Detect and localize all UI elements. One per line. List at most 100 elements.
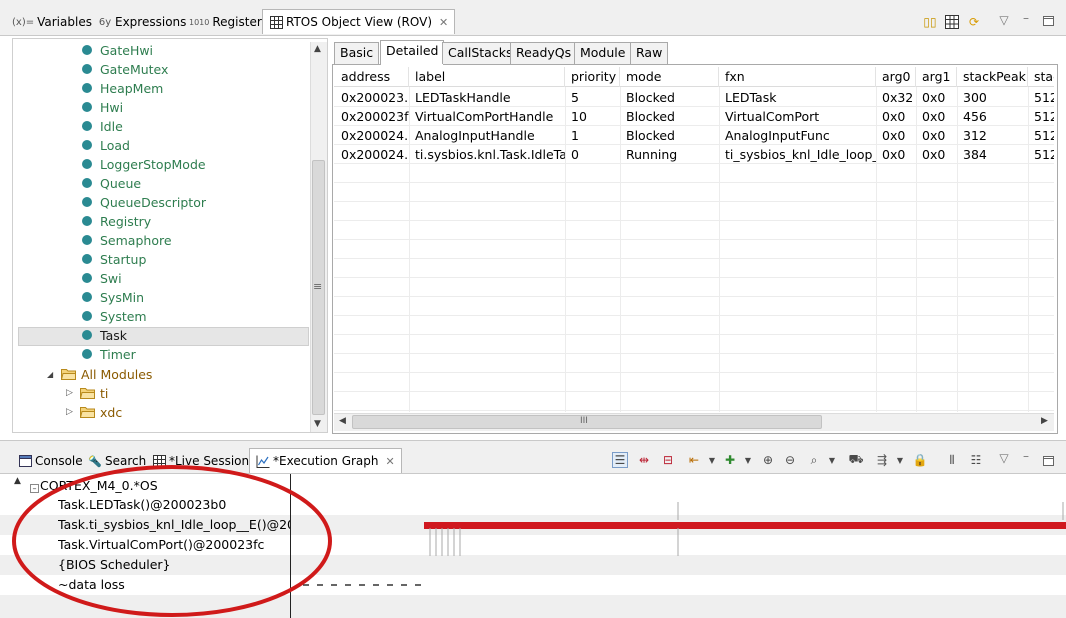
col-address[interactable]: address bbox=[336, 67, 409, 87]
tree-item-swi[interactable]: Swi bbox=[100, 269, 122, 288]
subtab-callstacks[interactable]: CallStacks bbox=[442, 42, 519, 64]
cell-fxn: VirtualComPort bbox=[725, 109, 820, 124]
cell-priority: 5 bbox=[571, 90, 579, 105]
col-fxn[interactable]: fxn bbox=[720, 67, 876, 87]
maximize-icon[interactable] bbox=[1040, 453, 1056, 469]
subtab-module[interactable]: Module bbox=[574, 42, 632, 64]
jump-icon[interactable]: ⇤ bbox=[686, 452, 702, 468]
table-icon[interactable] bbox=[944, 14, 960, 30]
tree-expand-ti[interactable]: ▷ bbox=[66, 388, 73, 398]
col-mode[interactable]: mode bbox=[621, 67, 719, 87]
tree-item-task[interactable]: Task bbox=[100, 326, 127, 345]
cell-label: ti.sysbios.knl.Task.IdleTask bbox=[415, 147, 565, 162]
subtab-basic[interactable]: Basic bbox=[334, 42, 380, 64]
cell-arg0: 0x0 bbox=[882, 109, 906, 124]
refresh-icon[interactable]: ⟳ bbox=[966, 14, 982, 30]
tree-item-gatemutex[interactable]: GateMutex bbox=[100, 60, 168, 79]
tree-expand-xdc[interactable]: ▷ bbox=[66, 407, 73, 417]
minimize-icon[interactable]: – bbox=[1018, 10, 1034, 26]
tab-rov-label: RTOS Object View (ROV) bbox=[286, 15, 433, 29]
zoom-fit-icon[interactable]: ⌕ bbox=[806, 452, 822, 468]
scroll-up-icon[interactable]: ▲ bbox=[314, 44, 321, 54]
tab-variables[interactable]: (x)= Variables bbox=[6, 10, 98, 34]
pause-icon[interactable]: ▯▯ bbox=[922, 14, 938, 30]
tree-item-load[interactable]: Load bbox=[100, 136, 130, 155]
tree-all-modules[interactable]: All Modules bbox=[81, 365, 152, 384]
col-label[interactable]: label bbox=[410, 67, 565, 87]
chevron-down-icon[interactable]: ▼ bbox=[892, 452, 908, 468]
subtab-detailed[interactable]: Detailed bbox=[380, 40, 445, 65]
zoom-in-icon[interactable]: ⊕ bbox=[760, 452, 776, 468]
split-icon[interactable]: ⫴ bbox=[944, 452, 960, 468]
measure-icon[interactable]: ⊟ bbox=[660, 452, 676, 468]
filter-icon[interactable]: ⇶ bbox=[874, 452, 890, 468]
grid-line bbox=[334, 277, 1054, 278]
annotation-ellipse bbox=[12, 465, 332, 617]
cell-address: 0x200023... bbox=[341, 90, 409, 105]
chevron-down-icon[interactable]: ▼ bbox=[704, 452, 720, 468]
tree-item-xdc[interactable]: xdc bbox=[100, 403, 122, 422]
cell-address: 0x200024... bbox=[341, 147, 409, 162]
tree-item-queue[interactable]: Queue bbox=[100, 174, 141, 193]
tree-item-semaphore[interactable]: Semaphore bbox=[100, 231, 172, 250]
scroll-grip: III bbox=[580, 416, 588, 426]
find-icon[interactable]: ⛟ bbox=[848, 452, 864, 468]
chevron-down-icon[interactable]: ▼ bbox=[740, 452, 756, 468]
cell-stackpeak: 312 bbox=[963, 128, 987, 143]
view-menu-icon[interactable]: ▽ bbox=[996, 12, 1012, 28]
lock-icon[interactable]: 🔒 bbox=[912, 452, 928, 468]
module-dot-icon bbox=[82, 349, 92, 359]
col-stackpeak[interactable]: stackPeak bbox=[958, 67, 1028, 87]
cell-stac: 512 bbox=[1034, 109, 1054, 124]
zoom-out-icon[interactable]: ⊖ bbox=[782, 452, 798, 468]
col-stac[interactable]: stac bbox=[1029, 67, 1054, 87]
cell-arg1: 0x0 bbox=[922, 109, 946, 124]
grid-line bbox=[334, 296, 1054, 297]
scroll-right-icon[interactable]: ▶ bbox=[1041, 416, 1048, 426]
maximize-icon[interactable] bbox=[1040, 13, 1056, 29]
scroll-down-icon[interactable]: ▼ bbox=[314, 419, 321, 429]
col-priority[interactable]: priority bbox=[566, 67, 620, 87]
col-arg0[interactable]: arg0 bbox=[877, 67, 916, 87]
tab-registers[interactable]: 1010 Registers bbox=[183, 10, 274, 34]
close-icon[interactable]: ✕ bbox=[386, 455, 395, 468]
col-arg1[interactable]: arg1 bbox=[917, 67, 957, 87]
align-icon[interactable]: ⇹ bbox=[636, 452, 652, 468]
expressions-icon: 6y bbox=[98, 16, 112, 28]
tab-expressions[interactable]: 6y Expressions bbox=[92, 10, 192, 34]
tree-item-system[interactable]: System bbox=[100, 307, 147, 326]
close-icon[interactable]: ✕ bbox=[439, 16, 448, 29]
cell-priority: 0 bbox=[571, 147, 579, 162]
module-dot-icon bbox=[82, 159, 92, 169]
tab-rov[interactable]: RTOS Object View (ROV) ✕ bbox=[262, 9, 456, 34]
view-menu-icon[interactable]: ▽ bbox=[996, 450, 1012, 466]
add-marker-icon[interactable]: ✚ bbox=[722, 452, 738, 468]
tree-item-idle[interactable]: Idle bbox=[100, 117, 123, 136]
chevron-down-icon[interactable]: ▼ bbox=[824, 452, 840, 468]
tree-item-sysmin[interactable]: SysMin bbox=[100, 288, 144, 307]
module-dot-icon bbox=[82, 254, 92, 264]
tree-item-ti[interactable]: ti bbox=[100, 384, 108, 403]
minimize-icon[interactable]: – bbox=[1018, 448, 1034, 464]
module-dot-icon bbox=[82, 197, 92, 207]
tree-item-queuedescriptor[interactable]: QueueDescriptor bbox=[100, 193, 206, 212]
subtab-readyqs[interactable]: ReadyQs bbox=[510, 42, 578, 64]
tree-item-startup[interactable]: Startup bbox=[100, 250, 146, 269]
module-dot-icon bbox=[82, 121, 92, 131]
tree-item-hwi[interactable]: Hwi bbox=[100, 98, 123, 117]
cell-stackpeak: 300 bbox=[963, 90, 987, 105]
subtab-raw[interactable]: Raw bbox=[630, 42, 669, 64]
cell-arg0: 0x0 bbox=[882, 147, 906, 162]
toggle-lanes-icon[interactable]: ☰ bbox=[612, 452, 628, 468]
tree-item-gatehwi[interactable]: GateHwi bbox=[100, 41, 153, 60]
scroll-left-icon[interactable]: ◀ bbox=[339, 416, 346, 426]
tree-item-loggerstopmode[interactable]: LoggerStopMode bbox=[100, 155, 206, 174]
folder-icon bbox=[60, 367, 76, 383]
tree-item-registry[interactable]: Registry bbox=[100, 212, 151, 231]
tree-item-heapmem[interactable]: HeapMem bbox=[100, 79, 163, 98]
grid-line bbox=[334, 239, 1054, 240]
module-dot-icon bbox=[82, 330, 92, 340]
tree-item-timer[interactable]: Timer bbox=[100, 345, 136, 364]
tree-expand-all-modules[interactable]: ◢ bbox=[47, 370, 53, 379]
list-icon[interactable]: ☷ bbox=[968, 452, 984, 468]
